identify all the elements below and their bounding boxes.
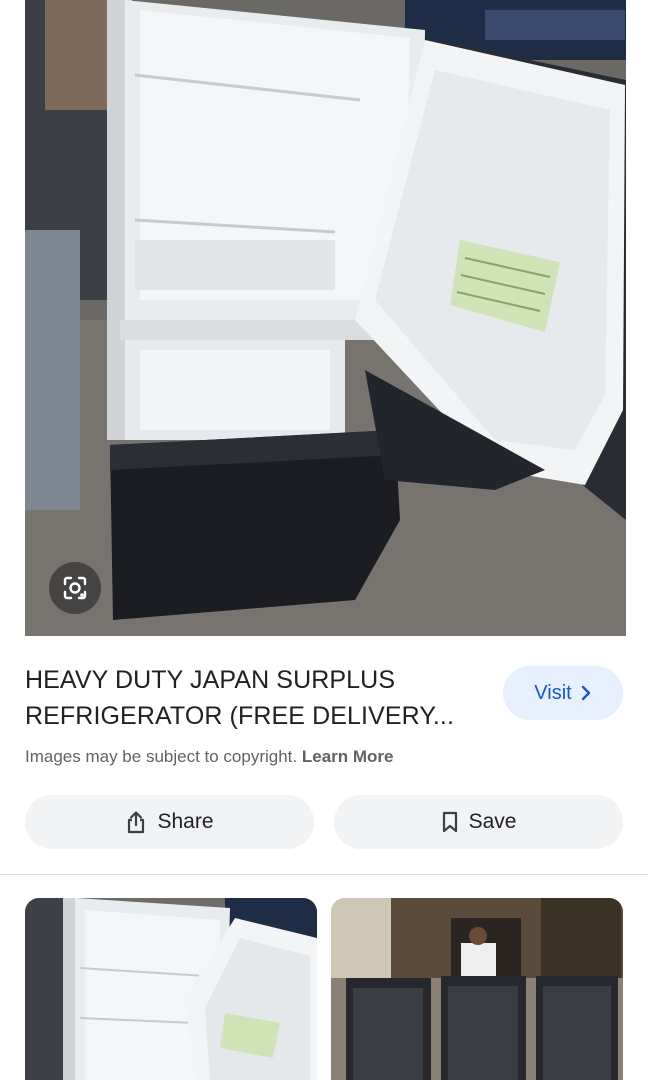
bookmark-icon [442, 811, 457, 833]
learn-more-link[interactable]: Learn More [302, 747, 394, 766]
related-image-2[interactable] [331, 898, 623, 1080]
lens-button[interactable] [49, 562, 101, 614]
save-button[interactable]: Save [334, 795, 623, 849]
visit-label: Visit [534, 681, 572, 704]
chevron-right-icon [581, 685, 590, 701]
section-divider [0, 874, 648, 875]
share-icon [128, 811, 145, 834]
save-label: Save [468, 810, 517, 833]
result-title[interactable]: HEAVY DUTY JAPAN SURPLUS REFRIGERATOR (F… [25, 662, 485, 734]
visit-button[interactable]: Visit [503, 666, 623, 720]
share-label: Share [157, 810, 214, 833]
copyright-notice: Images may be subject to copyright. Lear… [25, 747, 394, 767]
refrigerator-photo [25, 0, 626, 636]
related-refrigerator-photo-1 [25, 898, 317, 1080]
result-image[interactable] [25, 0, 626, 636]
copyright-text: Images may be subject to copyright. [25, 747, 298, 766]
related-refrigerator-photo-2 [331, 898, 623, 1080]
lens-icon [63, 576, 87, 600]
related-image-1[interactable] [25, 898, 317, 1080]
share-button[interactable]: Share [25, 795, 314, 849]
